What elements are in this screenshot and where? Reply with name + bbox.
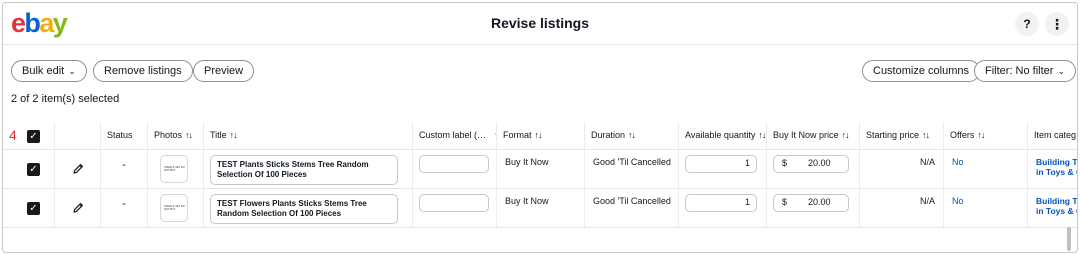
starting-price-value: N/A xyxy=(919,157,935,167)
column-header-photos[interactable]: Photos ↑↓ xyxy=(148,122,204,149)
chevron-down-icon: ⌄ xyxy=(1057,66,1066,76)
status-value: - xyxy=(122,159,126,171)
help-button[interactable]: ? xyxy=(1015,12,1039,36)
duration-value: Good 'Til Cancelled xyxy=(593,196,671,206)
sort-icon[interactable]: ↑↓ xyxy=(230,130,238,140)
offers-link[interactable]: No xyxy=(952,196,964,206)
currency-symbol: $ xyxy=(782,158,788,168)
format-value: Buy It Now xyxy=(505,196,549,206)
sort-icon[interactable]: ↑↓ xyxy=(758,130,766,140)
bulk-edit-button[interactable]: Bulk edit ⌄ xyxy=(11,60,87,82)
custom-label-input[interactable] xyxy=(419,194,489,212)
listing-photo[interactable]: TABLE & SET DO NOT BUY xyxy=(160,155,188,183)
column-header-buy-it-now-price[interactable]: Buy It Now price ↑↓ xyxy=(767,122,860,149)
column-header-available-quantity[interactable]: Available quantity ↑↓ xyxy=(679,122,767,149)
listing-photo[interactable]: TABLE & SET DO NOT BUY xyxy=(160,194,188,222)
sort-icon[interactable]: ↑↓ xyxy=(977,130,985,140)
vertical-scrollbar[interactable] xyxy=(1067,227,1071,251)
status-value: - xyxy=(122,198,126,210)
preview-button[interactable]: Preview xyxy=(193,60,255,82)
column-header-custom-label[interactable]: Custom label (…↑↓ xyxy=(413,122,497,149)
filter-label: Filter: No filter xyxy=(985,65,1054,77)
more-options-button[interactable]: ⋮ xyxy=(1045,12,1069,36)
price-input[interactable]: $20.00 xyxy=(773,155,849,173)
price-value: 20.00 xyxy=(808,158,831,168)
format-value: Buy It Now xyxy=(505,157,549,167)
customize-columns-button[interactable]: Customize columns xyxy=(862,60,980,82)
sort-icon[interactable]: ↑↓ xyxy=(922,130,930,140)
table-header-row: 4 ✓ Status Photos ↑↓ Title ↑↓ Custom label… xyxy=(3,122,1077,150)
quantity-input[interactable]: 1 xyxy=(685,194,757,212)
step-marker: 4 xyxy=(9,127,17,143)
pencil-icon[interactable] xyxy=(72,163,84,175)
sort-icon[interactable]: ↑↓ xyxy=(185,130,193,140)
edit-column-header xyxy=(55,122,101,149)
price-value: 20.00 xyxy=(808,197,831,207)
page-title: Revise listings xyxy=(490,15,590,31)
column-header-status: Status xyxy=(101,122,148,149)
row-checkbox[interactable]: ✓ xyxy=(27,163,40,176)
title-input[interactable]: TEST Flowers Plants Sticks Stems Tree Ra… xyxy=(210,194,398,224)
chevron-down-icon: ⌄ xyxy=(68,66,76,76)
column-header-title[interactable]: Title ↑↓ xyxy=(204,122,413,149)
table-row: ✓ - TABLE & SET DO NOT BUY TEST Plants S… xyxy=(3,151,1077,189)
sort-icon[interactable]: ↑↓ xyxy=(842,130,850,140)
bulk-edit-label: Bulk edit xyxy=(22,65,65,77)
pencil-icon[interactable] xyxy=(72,202,84,214)
column-header-duration[interactable]: Duration ↑↓ xyxy=(585,122,679,149)
offers-link[interactable]: No xyxy=(952,157,964,167)
table-row: ✓ - TABLE & SET DO NOT BUY TEST Flowers … xyxy=(3,190,1077,228)
row-checkbox[interactable]: ✓ xyxy=(27,202,40,215)
item-category-link[interactable]: Building Tin Toys & G xyxy=(1036,196,1077,216)
duration-value: Good 'Til Cancelled xyxy=(593,157,671,167)
column-header-item-category[interactable]: Item categ xyxy=(1028,122,1077,149)
currency-symbol: $ xyxy=(782,197,788,207)
title-input[interactable]: TEST Plants Sticks Stems Tree Random Sel… xyxy=(210,155,398,185)
item-category-link[interactable]: Building Tin Toys & G xyxy=(1036,157,1077,177)
quantity-input[interactable]: 1 xyxy=(685,155,757,173)
select-all-checkbox[interactable]: ✓ xyxy=(27,130,40,143)
remove-listings-button[interactable]: Remove listings xyxy=(93,60,193,82)
sort-icon[interactable]: ↑↓ xyxy=(628,130,636,140)
revise-listings-panel: ebay Revise listings ? ⋮ Bulk edit ⌄ Remo… xyxy=(2,2,1078,253)
filter-dropdown[interactable]: Filter: No filter ⌄ xyxy=(974,60,1077,82)
custom-label-input[interactable] xyxy=(419,155,489,173)
column-header-format[interactable]: Format ↑↓ xyxy=(497,122,585,149)
starting-price-value: N/A xyxy=(919,196,935,206)
selection-count: 2 of 2 item(s) selected xyxy=(11,93,120,105)
column-header-offers[interactable]: Offers ↑↓ xyxy=(944,122,1028,149)
price-input[interactable]: $20.00 xyxy=(773,194,849,212)
column-header-starting-price[interactable]: Starting price ↑↓ xyxy=(860,122,944,149)
header-bar: ebay Revise listings ? ⋮ xyxy=(3,3,1077,45)
sort-icon[interactable]: ↑↓ xyxy=(535,130,543,140)
